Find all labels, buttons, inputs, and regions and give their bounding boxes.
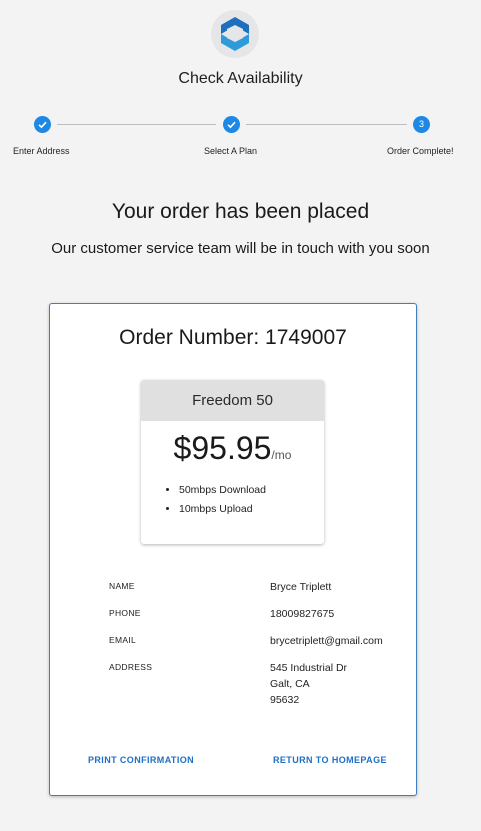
step-label-select-plan: Select A Plan xyxy=(204,146,258,156)
step-3-number: 3 xyxy=(413,116,430,133)
company-logo xyxy=(211,10,259,58)
page-title: Check Availability xyxy=(178,70,303,87)
confirmation-headline: Your order has been placed xyxy=(111,200,370,223)
price-amount: $95.95 xyxy=(173,430,272,466)
address-line-1: 545 Industrial Dr xyxy=(270,662,348,674)
address-line-2: Galt, CA xyxy=(270,678,310,690)
plan-feature: 50mbps Download xyxy=(179,481,266,500)
confirmation-subline: Our customer service team will be in tou… xyxy=(51,240,430,257)
order-summary-card: Order Number: 1749007 Freedom 50 $95.95/… xyxy=(49,303,417,796)
detail-label-phone: PHONE xyxy=(109,608,141,618)
detail-label-email: EMAIL xyxy=(109,635,137,645)
logo-mark-icon xyxy=(221,17,249,51)
plan-features-list: 50mbps Download 10mbps Upload xyxy=(163,481,266,519)
plan-card: Freedom 50 $95.95/mo 50mbps Download 10m… xyxy=(141,380,324,544)
step-label-order-complete: Order Complete! xyxy=(387,146,454,156)
order-number: Order Number: 1749007 xyxy=(119,326,347,349)
print-confirmation-button[interactable]: PRINT CONFIRMATION xyxy=(88,755,194,765)
address-line-3: 95632 xyxy=(270,694,300,706)
stepper-connector xyxy=(246,124,407,125)
step-2-complete-check-icon xyxy=(223,116,240,133)
step-label-enter-address: Enter Address xyxy=(13,146,70,156)
detail-value-phone: 18009827675 xyxy=(270,608,335,620)
detail-value-address: 545 Industrial Dr Galt, CA 95632 xyxy=(270,660,347,708)
checkmark-icon xyxy=(38,121,47,129)
plan-feature: 10mbps Upload xyxy=(179,500,266,519)
detail-label-address: ADDRESS xyxy=(109,662,153,672)
detail-value-name: Bryce Triplett xyxy=(270,581,332,593)
step-1-complete-check-icon xyxy=(34,116,51,133)
return-to-homepage-button[interactable]: RETURN TO HOMEPAGE xyxy=(273,755,387,765)
detail-label-name: NAME xyxy=(109,581,135,591)
stepper-connector xyxy=(57,124,216,125)
plan-price: $95.95/mo xyxy=(141,430,324,467)
detail-value-email: brycetriplett@gmail.com xyxy=(270,635,383,647)
plan-name: Freedom 50 xyxy=(141,380,324,421)
checkmark-icon xyxy=(227,121,236,129)
price-unit: /mo xyxy=(271,448,292,462)
